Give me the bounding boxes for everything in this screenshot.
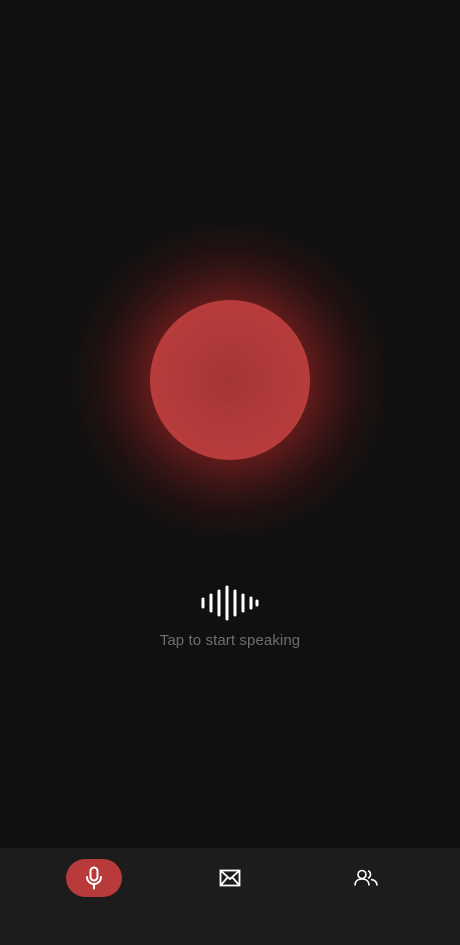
mail-icon [219, 869, 241, 887]
microphone-icon [86, 866, 102, 890]
record-button[interactable] [150, 300, 310, 460]
bottom-nav [0, 848, 460, 945]
hint-text: Tap to start speaking [159, 632, 301, 649]
voice-screen: Tap to start speaking [0, 0, 460, 945]
nav-microphone-button[interactable] [66, 859, 122, 897]
people-icon [354, 869, 378, 886]
nav-mail-button[interactable] [210, 859, 250, 897]
nav-people-button[interactable] [346, 859, 386, 897]
waveform-icon [201, 585, 259, 621]
